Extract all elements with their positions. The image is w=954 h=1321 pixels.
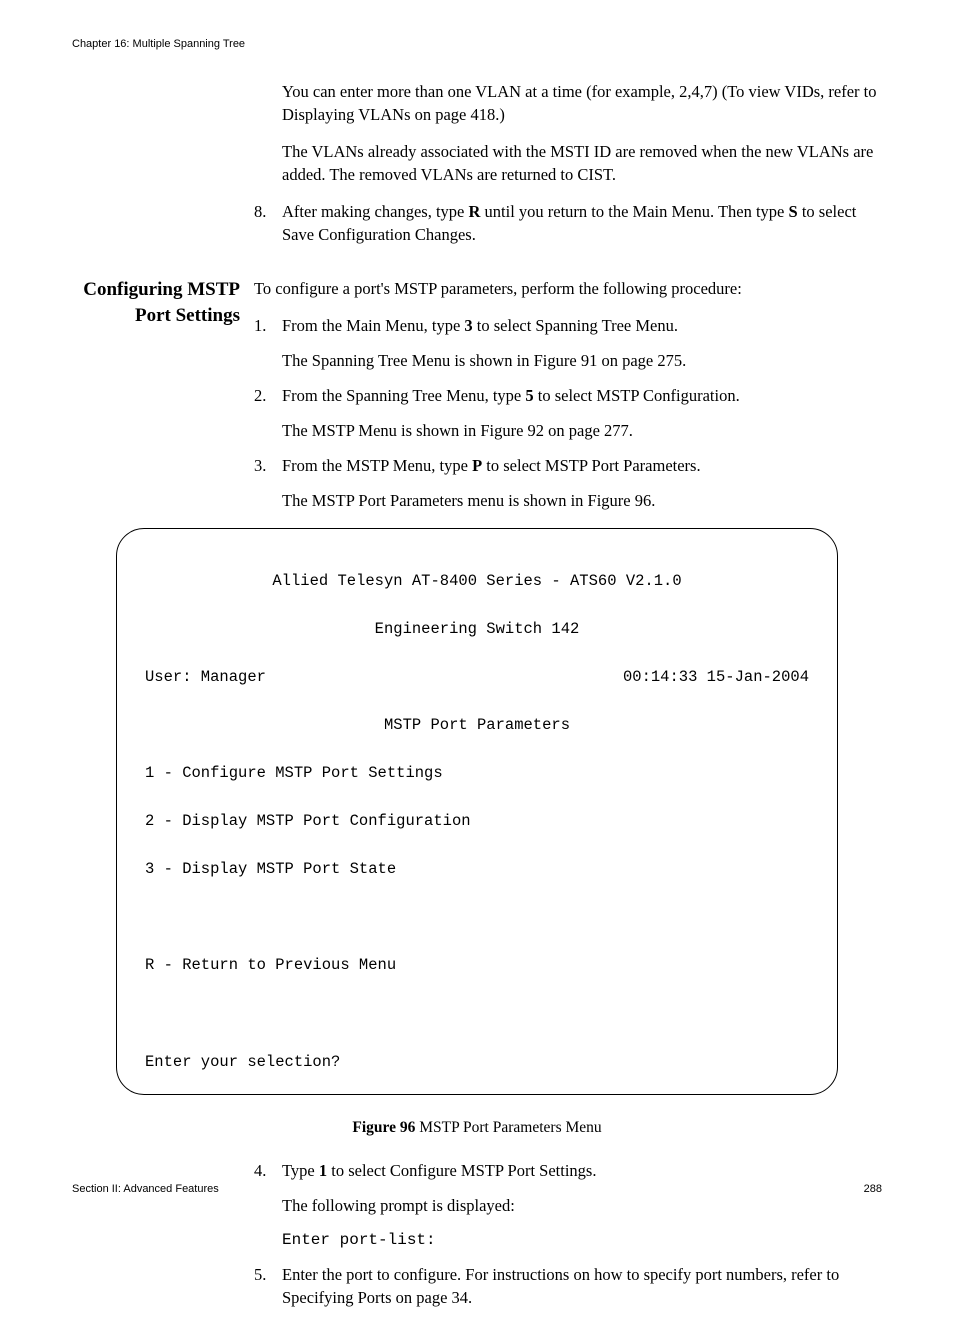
step-number: 2. <box>254 384 282 442</box>
text: Type <box>282 1161 319 1180</box>
footer-page-number: 288 <box>864 1183 882 1195</box>
text: From the Main Menu, type <box>282 316 464 335</box>
terminal-inline: Enter port-list: <box>282 1229 882 1251</box>
terminal-blank <box>145 1002 809 1026</box>
text: to select MSTP Configuration. <box>534 386 740 405</box>
key-p: P <box>472 456 482 475</box>
step-number: 5. <box>254 1263 282 1309</box>
step-number: 1. <box>254 314 282 372</box>
terminal-title1: Allied Telesyn AT-8400 Series - ATS60 V2… <box>145 569 809 593</box>
step-5: 5. Enter the port to configure. For inst… <box>254 1263 882 1309</box>
text: Enter the port to configure. For instruc… <box>282 1263 882 1309</box>
step-number: 4. <box>254 1159 282 1252</box>
terminal-option-r: R - Return to Previous Menu <box>145 953 809 977</box>
text: to select Spanning Tree Menu. <box>473 316 678 335</box>
step-note: The Spanning Tree Menu is shown in Figur… <box>282 349 882 372</box>
page-footer: Section II: Advanced Features 288 <box>72 1183 882 1195</box>
terminal-menu-title: MSTP Port Parameters <box>145 713 809 737</box>
step-number: 8. <box>254 200 282 246</box>
key-r: R <box>468 202 480 221</box>
text: After making changes, type <box>282 202 468 221</box>
terminal-blank <box>145 905 809 929</box>
footer-section: Section II: Advanced Features <box>72 1183 219 1195</box>
step-note: The MSTP Port Parameters menu is shown i… <box>282 489 882 512</box>
terminal-option-3: 3 - Display MSTP Port State <box>145 857 809 881</box>
step-8: 8. After making changes, type R until yo… <box>254 200 882 246</box>
section-heading: Configuring MSTP Port Settings <box>72 277 240 330</box>
step-2: 2. From the Spanning Tree Menu, type 5 t… <box>254 384 882 442</box>
step-number: 3. <box>254 454 282 512</box>
text: to select Configure MSTP Port Settings. <box>327 1161 596 1180</box>
page-content: You can enter more than one VLAN at a ti… <box>72 80 882 1321</box>
figure-caption: Figure 96 MSTP Port Parameters Menu <box>72 1119 882 1137</box>
section-intro: To configure a port's MSTP parameters, p… <box>254 277 882 300</box>
text: until you return to the Main Menu. Then … <box>480 202 788 221</box>
step-3: 3. From the MSTP Menu, type P to select … <box>254 454 882 512</box>
step-note: The MSTP Menu is shown in Figure 92 on p… <box>282 419 882 442</box>
figure-title: MSTP Port Parameters Menu <box>415 1119 601 1136</box>
intro-p1: You can enter more than one VLAN at a ti… <box>254 80 882 126</box>
step-note: The following prompt is displayed: <box>282 1194 882 1217</box>
text: From the MSTP Menu, type <box>282 456 472 475</box>
terminal-prompt: Enter your selection? <box>145 1050 809 1074</box>
figure-number: Figure 96 <box>352 1119 415 1136</box>
key-s: S <box>789 202 798 221</box>
terminal-option-2: 2 - Display MSTP Port Configuration <box>145 809 809 833</box>
step-1: 1. From the Main Menu, type 3 to select … <box>254 314 882 372</box>
terminal-screen: Allied Telesyn AT-8400 Series - ATS60 V2… <box>116 528 838 1094</box>
terminal-option-1: 1 - Configure MSTP Port Settings <box>145 761 809 785</box>
key-5: 5 <box>525 386 533 405</box>
intro-p2: The VLANs already associated with the MS… <box>254 140 882 186</box>
text: From the Spanning Tree Menu, type <box>282 386 525 405</box>
terminal-title2: Engineering Switch 142 <box>145 617 809 641</box>
terminal-datetime: 00:14:33 15-Jan-2004 <box>623 665 809 689</box>
page-header: Chapter 16: Multiple Spanning Tree <box>72 38 245 50</box>
step-4: 4. Type 1 to select Configure MSTP Port … <box>254 1159 882 1252</box>
text: to select MSTP Port Parameters. <box>482 456 700 475</box>
key-1: 1 <box>319 1161 327 1180</box>
terminal-user: User: Manager <box>145 665 266 689</box>
key-3: 3 <box>464 316 472 335</box>
